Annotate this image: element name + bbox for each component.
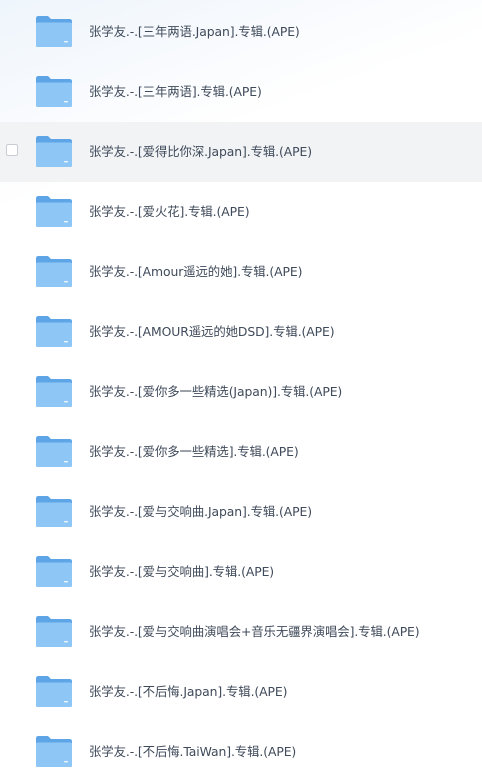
folder-icon (35, 374, 73, 408)
folder-icon (35, 554, 73, 588)
file-name[interactable]: 张学友.-.[爱与交响曲].专辑.(APE) (89, 542, 274, 602)
file-row[interactable]: 张学友.-.[不后悔.Japan].专辑.(APE) (0, 662, 482, 722)
file-name[interactable]: 张学友.-.[爱与交响曲.Japan].专辑.(APE) (89, 482, 312, 542)
file-name[interactable]: 张学友.-.[爱与交响曲演唱会+音乐无疆界演唱会].专辑.(APE) (89, 602, 420, 662)
file-row[interactable]: 张学友.-.[爱与交响曲].专辑.(APE) (0, 542, 482, 602)
file-name[interactable]: 张学友.-.[Amour遥远的她].专辑.(APE) (89, 242, 302, 302)
folder-icon (35, 14, 73, 48)
file-row[interactable]: 张学友.-.[爱与交响曲.Japan].专辑.(APE) (0, 482, 482, 542)
folder-icon (35, 734, 73, 768)
folder-icon (35, 254, 73, 288)
file-list: 张学友.-.[三年两语.Japan].专辑.(APE) 张学友.-.[三年两语]… (0, 2, 482, 782)
file-name[interactable]: 张学友.-.[三年两语.Japan].专辑.(APE) (89, 2, 300, 62)
file-row[interactable]: 张学友.-.[AMOUR遥远的她DSD].专辑.(APE) (0, 302, 482, 362)
file-row[interactable]: 张学友.-.[爱与交响曲演唱会+音乐无疆界演唱会].专辑.(APE) (0, 602, 482, 662)
file-row[interactable]: 张学友.-.[Amour遥远的她].专辑.(APE) (0, 242, 482, 302)
folder-icon (35, 74, 73, 108)
file-row[interactable]: 张学友.-.[爱你多一些精选].专辑.(APE) (0, 422, 482, 482)
file-row[interactable]: 张学友.-.[爱火花].专辑.(APE) (0, 182, 482, 242)
file-name[interactable]: 张学友.-.[AMOUR遥远的她DSD].专辑.(APE) (89, 302, 335, 362)
folder-icon (35, 494, 73, 528)
file-name[interactable]: 张学友.-.[爱你多一些精选(Japan)].专辑.(APE) (89, 362, 342, 422)
file-browser: 张学友.-.[三年两语.Japan].专辑.(APE) 张学友.-.[三年两语]… (0, 0, 482, 784)
file-row[interactable]: 张学友.-.[三年两语].专辑.(APE) (0, 62, 482, 122)
file-name[interactable]: 张学友.-.[爱你多一些精选].专辑.(APE) (89, 422, 299, 482)
file-name[interactable]: 张学友.-.[不后悔.Japan].专辑.(APE) (89, 662, 287, 722)
file-name[interactable]: 张学友.-.[三年两语].专辑.(APE) (89, 62, 262, 122)
folder-icon (35, 434, 73, 468)
file-name[interactable]: 张学友.-.[不后悔.TaiWan].专辑.(APE) (89, 722, 296, 782)
folder-icon (35, 674, 73, 708)
file-row[interactable]: 张学友.-.[爱得比你深.Japan].专辑.(APE) (0, 122, 482, 182)
file-row[interactable]: 张学友.-.[不后悔.TaiWan].专辑.(APE) (0, 722, 482, 782)
file-name[interactable]: 张学友.-.[爱得比你深.Japan].专辑.(APE) (89, 122, 312, 182)
folder-icon (35, 614, 73, 648)
file-name[interactable]: 张学友.-.[爱火花].专辑.(APE) (89, 182, 250, 242)
row-checkbox[interactable] (6, 144, 18, 156)
file-row[interactable]: 张学友.-.[爱你多一些精选(Japan)].专辑.(APE) (0, 362, 482, 422)
folder-icon (35, 134, 73, 168)
folder-icon (35, 194, 73, 228)
file-row[interactable]: 张学友.-.[三年两语.Japan].专辑.(APE) (0, 2, 482, 62)
folder-icon (35, 314, 73, 348)
